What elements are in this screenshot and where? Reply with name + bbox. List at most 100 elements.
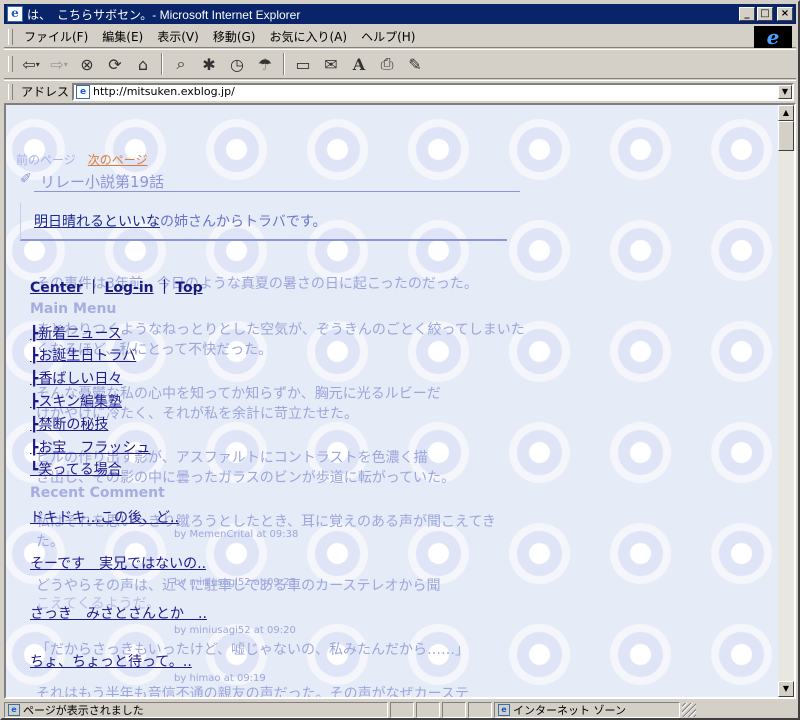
edit-icon: ✎ xyxy=(408,54,422,74)
channels-button[interactable]: ☂ xyxy=(253,53,277,75)
comment-link[interactable]: ちょ、ちょっと待って。.. xyxy=(30,651,192,671)
mail-button[interactable]: ✉ xyxy=(319,53,343,75)
status-bar: e ページが表示されました e インターネット ゾーン xyxy=(4,700,796,720)
scroll-up-button[interactable]: ▲ xyxy=(778,105,794,121)
sidebar-item-secret[interactable]: ┣禁断の秘技 xyxy=(30,414,108,434)
standard-toolbar: ⇦ ▾ ⇨ ▾ ⊗ ⟳ ⌂ ⌕ ✱ ◷ ☂ ▭ ✉ A ⎙ ✎ xyxy=(4,49,796,79)
menu-item-label: お誕生日トラバ xyxy=(38,348,137,364)
search-button[interactable]: ⌕ xyxy=(169,53,193,75)
menu-item-label: 禁断の秘技 xyxy=(38,417,109,433)
sidebar-item-skin[interactable]: ┣スキン編集塾 xyxy=(30,391,122,411)
address-field[interactable]: e ▼ xyxy=(72,82,794,101)
browser-window: e は、 こちらサボセン。- Microsoft Internet Explor… xyxy=(0,0,800,720)
close-button[interactable]: × xyxy=(777,7,793,21)
favorites-icon: ✱ xyxy=(202,54,216,74)
prev-page-link[interactable]: 前のページ xyxy=(16,153,76,167)
address-input[interactable] xyxy=(93,84,778,99)
status-pane-progress xyxy=(390,702,414,718)
pencil-icon: ✐ xyxy=(20,171,32,187)
story-line: それはもう半年も音信不通の親友の声だった。その声がなぜカーステ xyxy=(36,686,469,697)
print-icon: ⎙ xyxy=(380,54,394,73)
address-label: アドレス xyxy=(21,85,70,99)
address-dropdown-button[interactable]: ▼ xyxy=(778,84,792,99)
comment-link[interactable]: ドキドキ…この後、ど.. xyxy=(30,507,179,527)
arrow-up-icon: ▲ xyxy=(782,108,790,117)
toolbar-separator xyxy=(161,53,163,75)
comment-meta: by miniusagi52 at 09:20 xyxy=(174,625,296,636)
status-message: ページが表示されました xyxy=(23,704,144,717)
channels-icon: ☂ xyxy=(257,54,273,74)
minimize-button[interactable]: _ xyxy=(739,7,755,21)
font-button[interactable]: A xyxy=(347,53,371,75)
chevron-down-icon: ▾ xyxy=(35,59,40,69)
sidebar-item-birthday[interactable]: ┣お誕生日トラバ xyxy=(30,345,136,365)
window-title: は、 こちらサボセン。- Microsoft Internet Explorer xyxy=(27,7,301,22)
trackback-link[interactable]: 明日晴れるといいな xyxy=(34,214,160,230)
recent-comment-title: Recent Comment xyxy=(30,485,165,501)
menu-view[interactable]: 表示(V) xyxy=(150,28,206,45)
status-pane-misc xyxy=(442,702,466,718)
favorites-button[interactable]: ✱ xyxy=(197,53,221,75)
chevron-down-icon: ▼ xyxy=(781,86,789,96)
menubar-grip[interactable] xyxy=(8,28,13,45)
main-menu-title: Main Menu xyxy=(30,301,117,317)
comment-link[interactable]: さっき みさとさんとか .. xyxy=(30,603,207,623)
menu-item-label: 笑ってる場合 xyxy=(38,462,122,478)
search-icon: ⌕ xyxy=(176,54,186,73)
toolbar-separator xyxy=(283,53,285,75)
page-icon: e xyxy=(76,84,91,99)
refresh-button[interactable]: ⟳ xyxy=(103,53,127,75)
menu-help[interactable]: ヘルプ(H) xyxy=(354,28,422,45)
menu-edit[interactable]: 編集(E) xyxy=(95,28,150,45)
fullscreen-icon: ▭ xyxy=(295,54,311,74)
edit-button[interactable]: ✎ xyxy=(403,53,427,75)
post-title[interactable]: リレー小説第19話 xyxy=(40,171,164,192)
addressbar-grip[interactable] xyxy=(8,83,13,100)
toolbar-grip[interactable] xyxy=(8,56,13,72)
scroll-thumb[interactable] xyxy=(778,121,794,151)
menu-file[interactable]: ファイル(F) xyxy=(17,28,95,45)
sidebar-item-daily[interactable]: ┣香ばしい日々 xyxy=(30,368,122,388)
security-zone-pane: e インターネット ゾーン xyxy=(494,702,680,718)
forward-button[interactable]: ⇨ ▾ xyxy=(47,53,71,75)
print-button[interactable]: ⎙ xyxy=(375,53,399,75)
title-bar: e は、 こちらサボセン。- Microsoft Internet Explor… xyxy=(4,4,796,24)
resize-grip[interactable] xyxy=(682,703,696,717)
sidebar-item-news[interactable]: ┣新着ニュース xyxy=(30,323,122,343)
vertical-scrollbar[interactable]: ▲ ▼ xyxy=(778,105,794,697)
home-button[interactable]: ⌂ xyxy=(131,53,155,75)
history-button[interactable]: ◷ xyxy=(225,53,249,75)
menu-bar: ファイル(F) 編集(E) 表示(V) 移動(G) お気に入り(A) ヘルプ(H… xyxy=(4,25,796,49)
ie-logo-icon: e xyxy=(766,25,780,49)
comment-meta: by MemenCrital at 09:38 xyxy=(174,529,299,540)
fullscreen-button[interactable]: ▭ xyxy=(291,53,315,75)
security-zone: インターネット ゾーン xyxy=(513,704,626,717)
menu-go[interactable]: 移動(G) xyxy=(206,28,263,45)
page-nav: 前のページ 次のページ xyxy=(16,151,148,168)
sidebar-item-flash[interactable]: ┣お宝 フラッシュ xyxy=(30,437,150,457)
comment-meta: by miniusagi52 at 09:23 xyxy=(174,577,296,588)
sidebar-item-laugh[interactable]: ┗笑ってる場合 xyxy=(30,459,122,479)
page-viewport: 前のページ 次のページ ✐ リレー小説第19話 明日晴れるといいなの姉さんからト… xyxy=(4,103,796,699)
globe-icon: e xyxy=(498,704,510,716)
login-link[interactable]: Log-in xyxy=(104,280,153,296)
menu-favorites[interactable]: お気に入り(A) xyxy=(262,28,354,45)
maximize-button[interactable]: □ xyxy=(757,7,773,21)
back-button[interactable]: ⇦ ▾ xyxy=(19,53,43,75)
web-page-content[interactable]: 前のページ 次のページ ✐ リレー小説第19話 明日晴れるといいなの姉さんからト… xyxy=(6,105,778,697)
ie-app-icon[interactable]: e xyxy=(7,6,23,22)
trackback-text: 明日晴れるといいなの姉さんからトラバです。 xyxy=(34,211,326,231)
address-bar: アドレス e ▼ xyxy=(4,80,796,102)
comment-link[interactable]: そーです 実兄ではないの.. xyxy=(30,553,206,573)
stop-button[interactable]: ⊗ xyxy=(75,53,99,75)
forward-icon: ⇨ xyxy=(50,54,64,74)
menu-item-label: スキン編集塾 xyxy=(38,394,123,410)
center-link[interactable]: Center xyxy=(30,280,83,296)
scroll-down-button[interactable]: ▼ xyxy=(778,681,794,697)
sidebar-top-links: Center ｜ Log-in ｜ Top xyxy=(30,277,203,297)
top-link[interactable]: Top xyxy=(175,280,202,296)
arrow-down-icon: ▼ xyxy=(782,684,790,693)
next-page-link[interactable]: 次のページ xyxy=(88,153,148,167)
title-divider xyxy=(34,191,520,192)
mail-icon: ✉ xyxy=(324,54,338,74)
